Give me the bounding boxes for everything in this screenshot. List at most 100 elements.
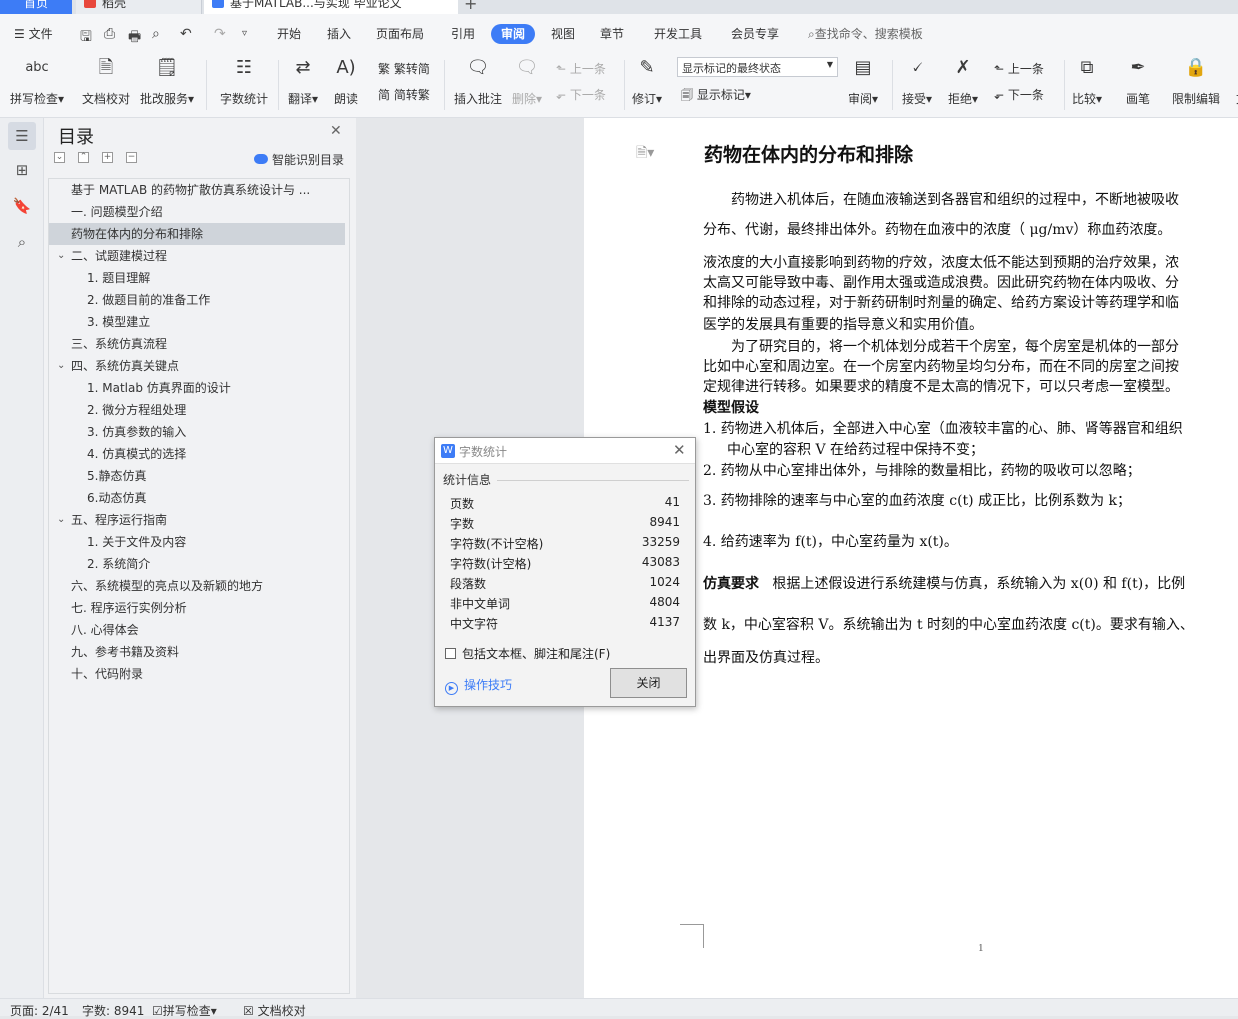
expand-up-icon[interactable]: ⌃ <box>78 152 89 163</box>
tab-dock[interactable]: 稻壳 <box>76 0 202 14</box>
doc-check-button[interactable]: 🗎 文档校对 <box>82 56 130 107</box>
redo-icon[interactable]: ↷ <box>214 26 226 42</box>
revise-service-button[interactable]: 🗒 批改服务▾ <box>140 56 194 107</box>
collapse-all-icon[interactable]: ⌄ <box>54 152 65 163</box>
prev-change-button[interactable]: ⬑ 上一条 <box>994 60 1044 77</box>
toc-item[interactable]: 1. Matlab 仿真界面的设计 <box>49 377 345 399</box>
menu-review[interactable]: 审阅 <box>491 24 535 44</box>
spellcheck-status[interactable]: ☑拼写检查▾ <box>152 1002 217 1019</box>
toc-item[interactable]: 基于 MATLAB 的药物扩散仿真系统设计与 ... <box>49 179 345 201</box>
export-pdf-icon[interactable]: ⎙ <box>104 26 115 42</box>
doc-check-status[interactable]: ☒ 文档校对 <box>243 1002 306 1019</box>
toc-item[interactable]: 5.静态仿真 <box>49 465 345 487</box>
menu-page-layout[interactable]: 页面布局 <box>376 25 424 42</box>
tips-link[interactable]: ▶ 操作技巧 <box>445 676 512 695</box>
print-preview-icon[interactable]: ⌕ <box>152 26 160 42</box>
chevron-down-icon[interactable]: ⌄ <box>57 355 69 377</box>
prev-comment-button[interactable]: ⬑ 上一条 <box>556 60 606 77</box>
page-indicator[interactable]: 页面: 2/41 <box>10 1002 69 1019</box>
dialog-titlebar[interactable]: W 字数统计 ✕ <box>435 438 695 464</box>
compare-icon: ⧉ <box>1080 57 1094 78</box>
simp-to-trad-button[interactable]: 简 简转繁 <box>378 86 430 103</box>
menu-start[interactable]: 开始 <box>277 25 301 42</box>
toc-item[interactable]: 1. 关于文件及内容 <box>49 531 345 553</box>
toc-item[interactable]: 十、代码附录 <box>49 663 345 685</box>
tips-label: 操作技巧 <box>464 678 513 692</box>
close-button[interactable]: 关闭 <box>610 668 687 698</box>
toc-item[interactable]: 一. 问题模型介绍 <box>49 201 345 223</box>
delete-comment-button[interactable]: 🗨 删除▾ <box>512 56 542 107</box>
add-heading-icon[interactable]: + <box>102 152 113 163</box>
new-tab-button[interactable]: + <box>464 0 477 13</box>
stat-row: 中文字符 4137 <box>450 613 680 633</box>
tab-home[interactable]: 首页 <box>0 0 72 14</box>
page-layout-icon[interactable]: 🗎▾ <box>636 142 654 166</box>
spellcheck-button[interactable]: abc 拼写检查▾ <box>10 56 64 107</box>
menu-view[interactable]: 视图 <box>551 25 575 42</box>
show-markup-button[interactable]: 🗐 显示标记▾ <box>681 86 751 107</box>
toc-item[interactable]: ⌄ 二、试题建模过程 <box>49 245 345 267</box>
toc-item[interactable]: ⌄ 五、程序运行指南 <box>49 509 345 531</box>
toc-item[interactable]: 三、系统仿真流程 <box>49 333 345 355</box>
search-icon[interactable]: ⌕ <box>12 232 32 252</box>
chevron-down-icon[interactable]: ⌄ <box>57 245 69 267</box>
tab-document[interactable]: 基于MATLAB...与实现 毕业论文 <box>204 0 458 14</box>
toc-item[interactable]: 七. 程序运行实例分析 <box>49 597 345 619</box>
chapter-nav-icon[interactable]: ⊞ <box>12 160 32 180</box>
close-icon[interactable]: ✕ <box>673 441 686 459</box>
toc-item-label: 2. 做题目前的准备工作 <box>87 293 211 307</box>
toc-item[interactable]: 6.动态仿真 <box>49 487 345 509</box>
file-menu[interactable]: ☰ 文件 <box>14 25 53 42</box>
chevron-down-icon[interactable]: ⌄ <box>57 509 69 531</box>
toc-item[interactable]: 八. 心得体会 <box>49 619 345 641</box>
reject-button[interactable]: ✗ 拒绝▾ <box>948 56 978 107</box>
toc-item-label: 3. 仿真参数的输入 <box>87 425 187 439</box>
toc-item[interactable]: 3. 仿真参数的输入 <box>49 421 345 443</box>
include-textbox-checkbox[interactable]: 包括文本框、脚注和尾注(F) <box>445 645 610 662</box>
compare-button[interactable]: ⧉ 比较▾ <box>1072 56 1102 107</box>
print-icon[interactable]: 🖶 <box>128 26 141 50</box>
menu-chapter[interactable]: 章节 <box>600 25 624 42</box>
track-changes-button[interactable]: ✎ 修订▾ <box>632 56 662 107</box>
menu-member[interactable]: 会员专享 <box>731 25 779 42</box>
doc-check-label: 文档校对 <box>82 92 131 106</box>
toc-item[interactable]: 2. 做题目前的准备工作 <box>49 289 345 311</box>
translate-button[interactable]: ⇄ 翻译▾ <box>288 56 318 107</box>
customize-toolbar-icon[interactable]: ▿ <box>242 28 247 39</box>
menu-developer[interactable]: 开发工具 <box>654 25 702 42</box>
doc-list-item: 1. 药物进入机体后，全部进入中心室（血液较丰富的心、肺、肾等器官和组织 <box>703 421 1183 437</box>
read-aloud-button[interactable]: A) 朗读 <box>334 56 358 107</box>
trad-to-simp-button[interactable]: 繁 繁转简 <box>378 60 430 77</box>
remove-heading-icon[interactable]: − <box>126 152 137 163</box>
bookmark-icon[interactable]: 🔖 <box>12 196 32 216</box>
pen-button[interactable]: ✒ 画笔 <box>1126 56 1150 107</box>
next-comment-button[interactable]: ⬐ 下一条 <box>556 86 606 103</box>
toc-item[interactable]: 药物在体内的分布和排除 <box>49 223 345 245</box>
next-change-button[interactable]: ⬐ 下一条 <box>994 86 1044 103</box>
toc-item[interactable]: 4. 仿真模式的选择 <box>49 443 345 465</box>
ai-toc-button[interactable]: 智能识别目录 <box>254 151 344 168</box>
stat-label: 非中文单词 <box>450 597 511 611</box>
toc-item[interactable]: 2. 微分方程组处理 <box>49 399 345 421</box>
command-search[interactable]: ⌕查找命令、搜索模板 <box>808 25 923 42</box>
close-icon[interactable]: ✕ <box>330 123 342 139</box>
save-icon[interactable]: 🖫 <box>80 26 92 50</box>
toc-item[interactable]: 六、系统模型的亮点以及新颖的地方 <box>49 575 345 597</box>
toc-item[interactable]: 3. 模型建立 <box>49 311 345 333</box>
word-count-button[interactable]: ☷ 字数统计 <box>220 56 268 107</box>
accept-button[interactable]: 🗸 接受▾ <box>902 56 932 107</box>
undo-icon[interactable]: ↶ <box>180 26 192 42</box>
insert-comment-button[interactable]: 🗨 插入批注 <box>454 56 502 107</box>
review-pane-button[interactable]: ▤ 审阅▾ <box>848 56 878 107</box>
toc-pane-icon[interactable]: ☰ <box>8 122 36 150</box>
restrict-edit-button[interactable]: 🔒 限制编辑 <box>1172 56 1220 107</box>
toc-item[interactable]: 九、参考书籍及资料 <box>49 641 345 663</box>
menu-insert[interactable]: 插入 <box>327 25 351 42</box>
menu-references[interactable]: 引用 <box>451 25 475 42</box>
toc-item[interactable]: ⌄ 四、系统仿真关键点 <box>49 355 345 377</box>
more-ribbon-button[interactable]: 文 <box>1230 56 1238 107</box>
word-count-status[interactable]: 字数: 8941 <box>82 1002 144 1019</box>
markup-display-select[interactable]: 显示标记的最终状态 ▼ <box>677 57 838 77</box>
toc-item[interactable]: 2. 系统简介 <box>49 553 345 575</box>
toc-item[interactable]: 1. 题目理解 <box>49 267 345 289</box>
